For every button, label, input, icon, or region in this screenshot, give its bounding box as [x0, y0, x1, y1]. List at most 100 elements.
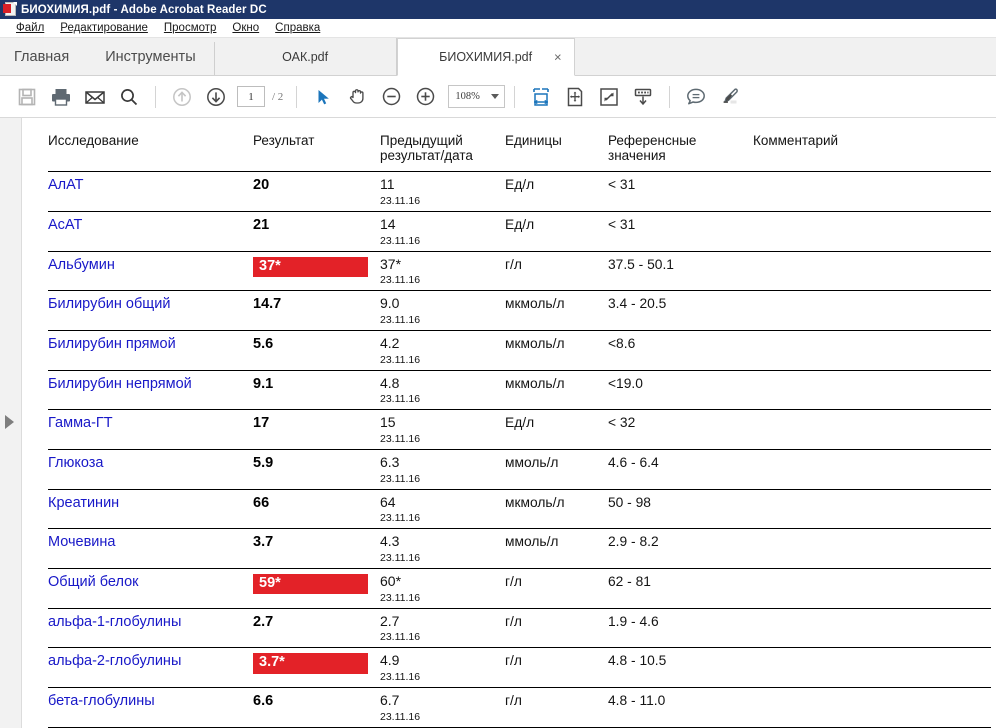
menu-item-help[interactable]: Справка — [267, 22, 328, 34]
cell-test-name: Мочевина — [48, 528, 253, 570]
cell-reference: 50 - 98 — [608, 489, 753, 530]
reference-value: 62 - 81 — [608, 574, 651, 590]
page-number-input[interactable]: 1 — [237, 86, 265, 107]
menu-item-file[interactable]: Файл — [8, 22, 52, 34]
hand-tool-button[interactable] — [340, 80, 374, 114]
table-row: АсАТ 21 14 23.11.16 Ед/л < 31 — [48, 211, 991, 252]
cell-previous: 9.0 23.11.16 — [380, 290, 505, 331]
cell-result: 9.1 — [253, 370, 380, 411]
cell-units: Ед/л — [505, 171, 608, 212]
document-tab-oak[interactable]: ОАК.pdf — [214, 38, 397, 75]
previous-value: 4.8 — [380, 374, 400, 391]
next-page-button[interactable] — [199, 80, 233, 114]
lab-results-table: Исследование Результат Предыдущий резуль… — [48, 130, 991, 728]
zoom-out-button[interactable] — [374, 80, 408, 114]
cell-comment — [753, 449, 991, 490]
select-tool-button[interactable] — [306, 80, 340, 114]
fit-width-button[interactable] — [524, 80, 558, 114]
menu-item-edit[interactable]: Редактирование — [52, 22, 156, 34]
cell-comment — [753, 290, 991, 331]
test-name-link[interactable]: Билирубин прямой — [48, 336, 176, 352]
previous-date: 23.11.16 — [380, 552, 421, 565]
highlight-button[interactable] — [713, 80, 747, 114]
reference-value: 50 - 98 — [608, 494, 651, 510]
tab-home[interactable]: Главная — [0, 38, 87, 75]
result-value: 3.7 — [253, 534, 274, 551]
previous-page-button[interactable] — [165, 80, 199, 114]
table-row: Глюкоза 5.9 6.3 23.11.16 ммоль/л 4.6 - 6.4 — [48, 449, 991, 490]
units-value: мкмоль/л — [505, 494, 565, 510]
result-value-abnormal: 37* — [253, 256, 368, 277]
test-name-link[interactable]: Мочевина — [48, 534, 115, 550]
menu-item-edit-label: Редактирование — [60, 22, 148, 34]
units-value: Ед/л — [505, 216, 535, 232]
cell-previous: 6.3 23.11.16 — [380, 449, 505, 490]
test-name-link[interactable]: Альбумин — [48, 257, 115, 273]
previous-value: 9.0 — [380, 295, 400, 312]
units-value: г/л — [505, 653, 522, 669]
page-total-label: / 2 — [272, 90, 284, 103]
navigation-pane[interactable] — [0, 118, 22, 728]
previous-value: 4.3 — [380, 533, 400, 550]
save-button[interactable] — [10, 80, 44, 114]
search-button[interactable] — [112, 80, 146, 114]
result-value: 2.7 — [253, 613, 274, 630]
tab-tools[interactable]: Инструменты — [87, 38, 213, 75]
cell-result: 14.7 — [253, 290, 380, 331]
menu-item-view[interactable]: Просмотр — [156, 22, 225, 34]
fit-page-button[interactable] — [558, 80, 592, 114]
units-value: г/л — [505, 256, 522, 272]
previous-value: 4.2 — [380, 334, 400, 351]
previous-date: 23.11.16 — [380, 591, 421, 604]
scroll-mode-button[interactable] — [626, 80, 660, 114]
test-name-link[interactable]: Билирубин непрямой — [48, 376, 192, 392]
cell-units: г/л — [505, 647, 608, 689]
cell-result: 2.7 — [253, 608, 380, 649]
pdf-page[interactable]: Исследование Результат Предыдущий резуль… — [22, 118, 996, 728]
test-name-link[interactable]: Глюкоза — [48, 455, 104, 471]
test-name-link[interactable]: АлАТ — [48, 177, 84, 193]
cell-comment — [753, 489, 991, 530]
column-header-previous-line1: Предыдущий — [380, 133, 463, 148]
table-row: Гамма-ГТ 17 15 23.11.16 Ед/л < 32 — [48, 409, 991, 451]
cell-reference: <8.6 — [608, 330, 753, 371]
cell-test-name: Альбумин — [48, 251, 253, 292]
test-name-link[interactable]: Креатинин — [48, 495, 119, 511]
units-value: Ед/л — [505, 415, 535, 431]
test-name-link[interactable]: Билирубин общий — [48, 296, 170, 312]
previous-value: 2.7 — [380, 612, 400, 629]
previous-date: 23.11.16 — [380, 671, 421, 684]
comment-button[interactable] — [679, 80, 713, 114]
cell-reference: 4.8 - 11.0 — [608, 687, 753, 728]
result-value-abnormal: 3.7* — [253, 653, 368, 674]
document-tab-biochemistry[interactable]: БИОХИМИЯ.pdf × — [396, 38, 575, 76]
cell-previous: 14 23.11.16 — [380, 211, 505, 252]
cell-reference: 2.9 - 8.2 — [608, 528, 753, 570]
test-name-link[interactable]: бета-глобулины — [48, 693, 155, 709]
units-value: мкмоль/л — [505, 296, 565, 312]
test-name-link[interactable]: Гамма-ГТ — [48, 415, 113, 431]
email-button[interactable] — [78, 80, 112, 114]
toolbar-divider-1 — [155, 85, 156, 108]
cell-reference: < 32 — [608, 409, 753, 451]
test-name-link[interactable]: Общий белок — [48, 574, 139, 590]
cell-units: мкмоль/л — [505, 489, 608, 530]
pdf-document-icon — [3, 2, 17, 17]
result-value: 5.9 — [253, 455, 274, 472]
print-button[interactable] — [44, 80, 78, 114]
test-name-link[interactable]: АсАТ — [48, 217, 82, 233]
test-name-link[interactable]: альфа-1-глобулины — [48, 614, 181, 630]
cell-result: 37* — [253, 251, 380, 292]
cell-comment — [753, 687, 991, 728]
menu-item-window[interactable]: Окно — [224, 22, 267, 34]
cell-previous: 11 23.11.16 — [380, 171, 505, 212]
result-value: 21 — [253, 216, 270, 233]
test-name-link[interactable]: альфа-2-глобулины — [48, 653, 181, 669]
reference-value: 4.6 - 6.4 — [608, 455, 659, 471]
previous-date: 23.11.16 — [380, 710, 421, 723]
expand-navigation-pane-icon[interactable] — [5, 415, 14, 429]
zoom-level-select[interactable]: 108% — [448, 85, 506, 108]
full-screen-button[interactable] — [592, 80, 626, 114]
close-icon[interactable]: × — [554, 51, 562, 64]
zoom-in-button[interactable] — [408, 80, 442, 114]
